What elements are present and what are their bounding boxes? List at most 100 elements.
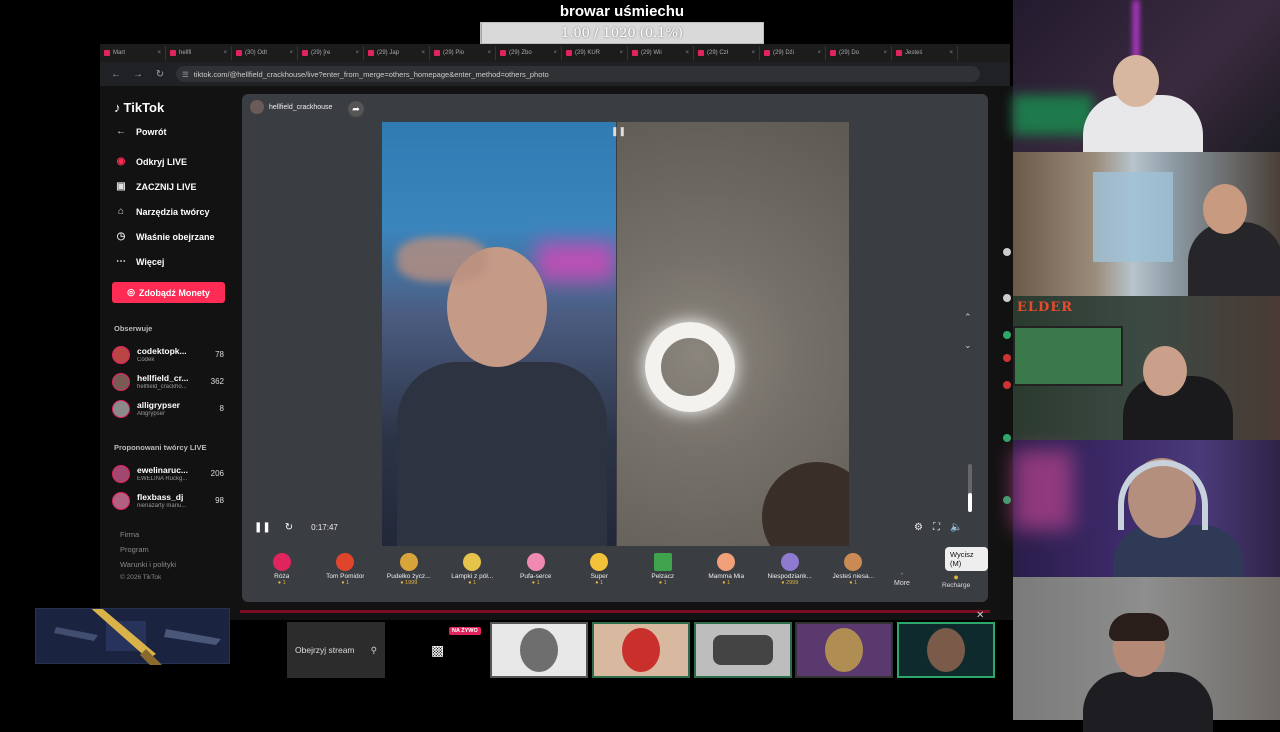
tab-close-icon[interactable]: × — [817, 50, 821, 56]
gift-item[interactable]: Pufa-serce● 1 — [504, 551, 568, 596]
footer-link-program[interactable]: Program — [120, 545, 149, 554]
browser-tab[interactable]: (29) KUR× — [562, 46, 628, 60]
host-chip[interactable]: hellfield_crackhouse — [250, 100, 332, 114]
player-right-controls: ⚙ ⛶ 🔈 — [914, 522, 962, 533]
stream-thumbnail[interactable] — [897, 622, 995, 678]
reload-icon[interactable]: ↻ — [154, 69, 166, 80]
goal-progress-text: 1.00 / 1020 (0.1%) — [481, 26, 763, 41]
browser-tab[interactable]: (29) Wii× — [628, 46, 694, 60]
following-item[interactable]: codektopk... Codek 78 — [112, 344, 224, 366]
sidebar-item-creator-tools[interactable]: ⌂ Narzędzia twórcy — [114, 206, 210, 217]
browser-tab[interactable]: hellfi× — [166, 46, 232, 60]
stream-thumbnail[interactable] — [795, 622, 893, 678]
gift-name: Pełzacz — [651, 573, 674, 580]
browser-tab[interactable]: Mart× — [100, 46, 166, 60]
live-tile[interactable]: NA ŻYWO ▩ — [389, 622, 487, 678]
gift-item[interactable]: Niespodziank...● 2999 — [758, 551, 822, 596]
chevron-down-icon[interactable]: ⌄ — [964, 340, 972, 351]
sidebar-item-recently-watched[interactable]: ◷ Właśnie obejrzane — [114, 231, 215, 242]
tab-close-icon[interactable]: × — [355, 50, 359, 56]
following-item[interactable]: alligrypser Alligrypser 8 — [112, 398, 224, 420]
refresh-icon[interactable]: ↻ — [285, 522, 293, 533]
footer-link-terms[interactable]: Warunki i polityki — [120, 560, 176, 569]
browser-tab[interactable]: Jesteś× — [892, 46, 958, 60]
tab-close-icon[interactable]: × — [883, 50, 887, 56]
gift-item[interactable]: Pełzacz● 1 — [631, 551, 695, 596]
chevron-up-icon[interactable]: ⌃ — [964, 312, 972, 323]
tab-close-icon[interactable]: × — [553, 50, 557, 56]
address-bar[interactable]: ☰ tiktok.com/@hellfield_crackhouse/live?… — [176, 66, 980, 82]
tab-close-icon[interactable]: × — [949, 50, 953, 56]
account-subtitle: Codek — [137, 357, 197, 363]
live-player: hellfield_crackhouse ➦ ❚❚ ⌃ ⌄ ❚❚ ↻ 0:17:… — [242, 94, 988, 602]
person-head — [1113, 55, 1159, 107]
footer-link-company[interactable]: Firma — [120, 530, 139, 539]
sidebar-item-discover-live[interactable]: ◉ Odkryj LIVE — [114, 156, 187, 167]
gift-bar: Róża● 1 Tom Pomidor● 1 Pudełko życz...● … — [250, 551, 988, 596]
webcam-5 — [1013, 577, 1280, 720]
pause-icon[interactable]: ❚❚ — [254, 522, 271, 533]
sidebar-item-more[interactable]: ⋯ Więcej — [114, 256, 164, 267]
viewer-count: 206 — [211, 469, 224, 478]
forward-arrow-icon[interactable]: → — [132, 69, 144, 80]
tab-favicon-icon — [698, 50, 704, 56]
more-gifts-button[interactable]: ⌃More — [894, 572, 910, 587]
knife-overlay-image — [35, 608, 230, 664]
settings-icon[interactable]: ⚙ — [914, 522, 923, 533]
gift-item[interactable]: Pudełko życz...● 1999 — [377, 551, 441, 596]
tab-close-icon[interactable]: × — [421, 50, 425, 56]
watch-stream-label: Obejrzyj stream — [295, 645, 355, 655]
gift-item[interactable]: Super● 1 — [568, 551, 632, 596]
tiktok-logo[interactable]: ♪ TikTok — [114, 100, 164, 115]
account-name: hellfield_cr... — [137, 373, 197, 383]
back-arrow-icon[interactable]: ← — [110, 69, 122, 80]
following-item[interactable]: hellfield_cr... hellfield_crackho... 362 — [112, 371, 224, 393]
sidebar-item-start-live[interactable]: ▣ ZACZNIJ LIVE — [114, 181, 197, 192]
gift-item[interactable]: Lampki z pół...● 1 — [441, 551, 505, 596]
stream-thumbnail[interactable] — [694, 622, 792, 678]
webcam-2 — [1013, 152, 1280, 296]
suggested-item[interactable]: ewelinaruc... EWELINA Ruckg... 206 — [112, 463, 224, 485]
gift-item[interactable]: Mamma Mia● 1 — [695, 551, 759, 596]
gift-name: Pufa-serce — [520, 573, 551, 580]
tab-favicon-icon — [170, 50, 176, 56]
browser-tab[interactable]: (30) Odt× — [232, 46, 298, 60]
stream-thumbnail[interactable] — [490, 622, 588, 678]
close-icon[interactable]: ✕ — [976, 610, 984, 621]
get-coins-button[interactable]: ◎ Zdobądź Monety — [112, 282, 225, 303]
gift-item[interactable]: Jesteś niesa...● 1 — [822, 551, 886, 596]
tab-close-icon[interactable]: × — [751, 50, 755, 56]
browser-tab[interactable]: (29) Czł× — [694, 46, 760, 60]
person-body — [1113, 525, 1243, 585]
suggested-item[interactable]: flexbass_dj nienażarty mariu... 98 — [112, 490, 224, 512]
fullscreen-icon[interactable]: ⛶ — [933, 522, 940, 533]
share-icon[interactable]: ➦ — [348, 101, 364, 117]
tab-close-icon[interactable]: × — [619, 50, 623, 56]
browser-tab[interactable]: (29) Dźi× — [760, 46, 826, 60]
coin-stack-icon: ● — [942, 572, 970, 582]
browser-tab[interactable]: (29) Zbo× — [496, 46, 562, 60]
browser-tab[interactable]: (29) Do× — [826, 46, 892, 60]
tab-close-icon[interactable]: × — [157, 50, 161, 56]
chat-avatar — [1003, 434, 1011, 442]
browser-tab[interactable]: (29) Jap× — [364, 46, 430, 60]
site-info-icon[interactable]: ☰ — [182, 70, 189, 79]
gift-item[interactable]: Róża● 1 — [250, 551, 314, 596]
monitor-icon: ▩ — [431, 642, 444, 659]
gift-price: ● 1 — [278, 580, 286, 586]
browser-tab[interactable]: (29) [re× — [298, 46, 364, 60]
tab-close-icon[interactable]: × — [487, 50, 491, 56]
watch-stream-button[interactable]: Obejrzyj stream ⚲ — [287, 622, 385, 678]
stream-thumbnail[interactable] — [592, 622, 690, 678]
tab-close-icon[interactable]: × — [223, 50, 227, 56]
tab-close-icon[interactable]: × — [289, 50, 293, 56]
volume-icon[interactable]: 🔈 — [950, 522, 962, 533]
recharge-button[interactable]: ● Recharge — [942, 572, 970, 589]
thumbnail-face — [825, 628, 863, 672]
tab-close-icon[interactable]: × — [685, 50, 689, 56]
volume-slider[interactable] — [968, 464, 972, 512]
back-link[interactable]: ← Powrót — [114, 126, 167, 137]
gift-item[interactable]: Tom Pomidor● 1 — [314, 551, 378, 596]
more-icon: ⋯ — [114, 256, 128, 267]
browser-tab[interactable]: (29) Pio× — [430, 46, 496, 60]
